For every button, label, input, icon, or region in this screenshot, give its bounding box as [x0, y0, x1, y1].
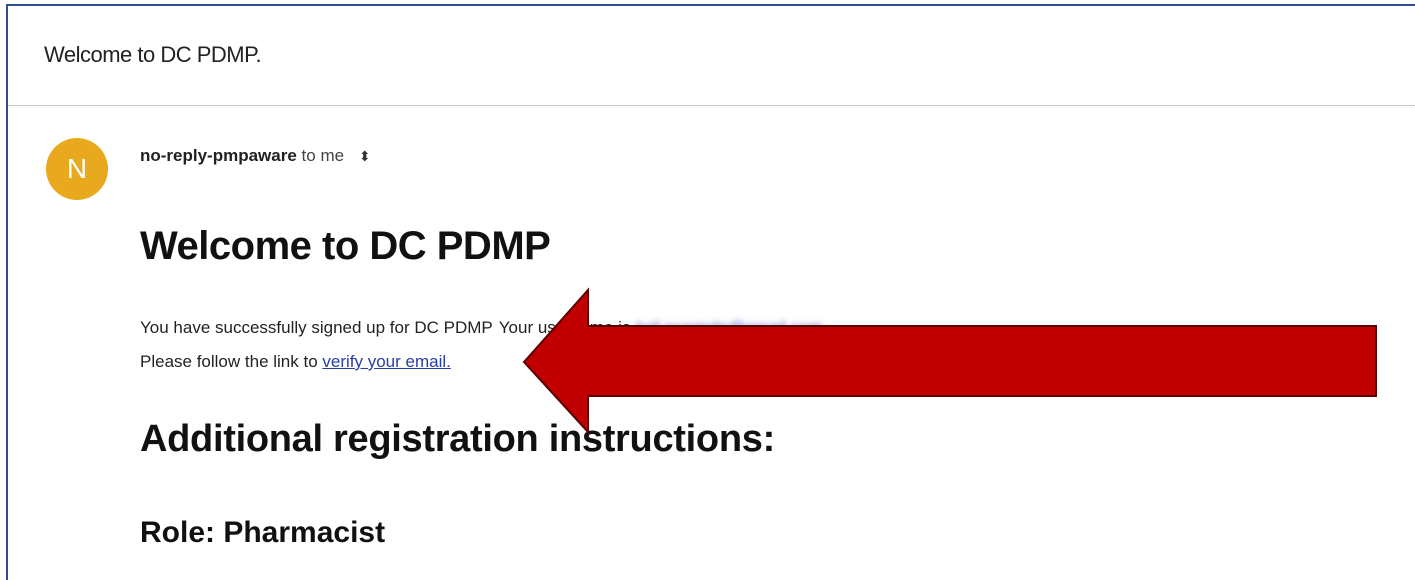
email-subject: Welcome to DC PDMP. [44, 42, 262, 67]
signup-confirmation-text: You have successfully signed up for DC P… [140, 318, 823, 338]
signup-text: You have successfully signed up for DC P… [140, 318, 493, 337]
sender-avatar[interactable]: N [46, 138, 108, 200]
email-body-title: Welcome to DC PDMP [140, 224, 551, 268]
sender-name[interactable]: no-reply-pmpaware [140, 146, 297, 165]
recipient-label: to me [301, 146, 345, 165]
username-label: Your username is [498, 318, 631, 337]
email-window: Welcome to DC PDMP. N no-reply-pmpaware … [6, 4, 1415, 580]
sender-line: no-reply-pmpaware to me ⬍ [140, 146, 371, 166]
verify-instructions: Please follow the link to verify your em… [140, 352, 451, 372]
verify-prefix: Please follow the link to [140, 352, 323, 371]
role-label: Role: Pharmacist [140, 516, 386, 549]
email-subject-bar: Welcome to DC PDMP. [8, 6, 1415, 106]
verify-email-link[interactable]: verify your email. [322, 352, 450, 371]
redacted-email: kaf.example@email.com [636, 318, 823, 337]
show-details-icon[interactable]: ⬍ [359, 148, 371, 165]
additional-instructions-heading: Additional registration instructions: [140, 418, 775, 460]
